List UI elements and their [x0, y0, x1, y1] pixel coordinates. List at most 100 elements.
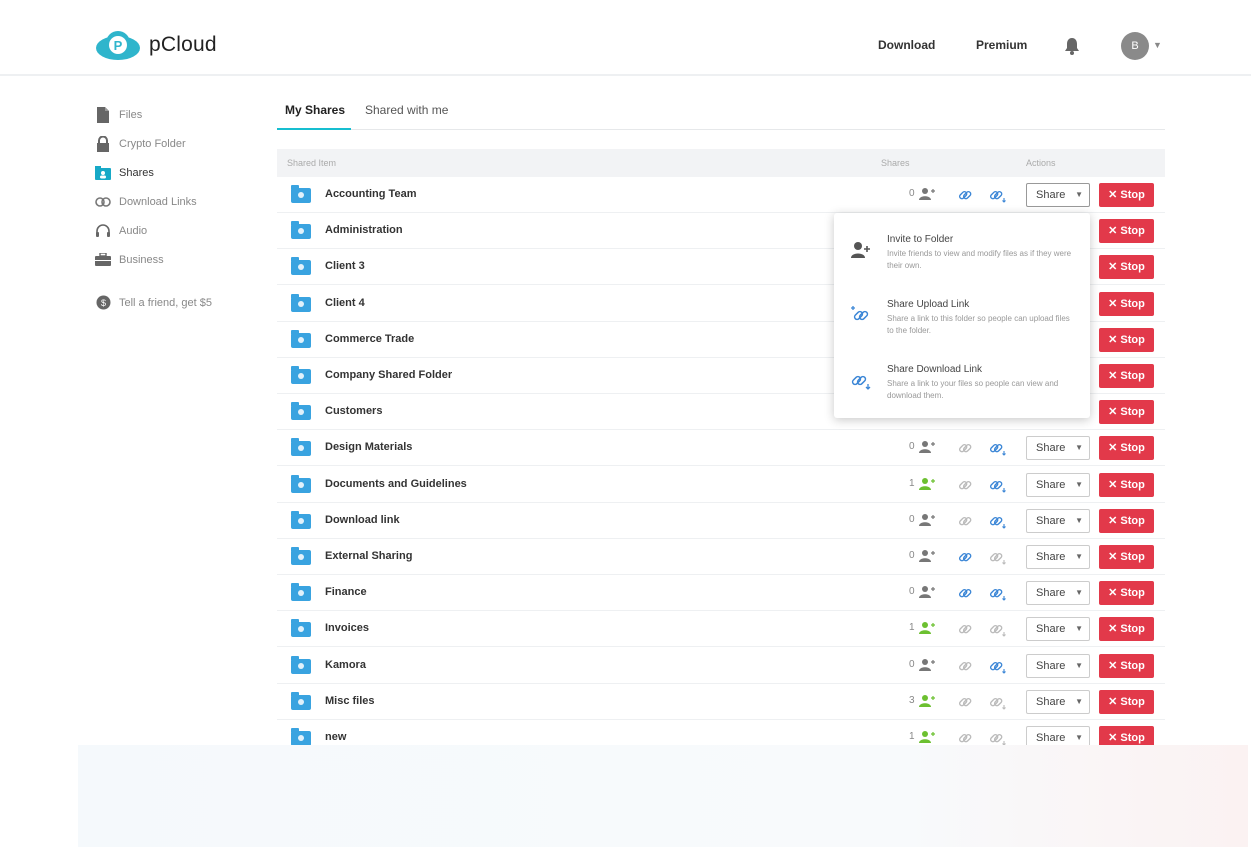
share-dropdown-button[interactable]: Share ▼ [1026, 183, 1090, 207]
tab-shared-with-me[interactable]: Shared with me [365, 103, 448, 117]
shared-user-icon[interactable] [919, 440, 935, 454]
stop-sharing-button[interactable]: ✕ Stop [1099, 472, 1154, 497]
download-link[interactable]: Download [878, 38, 935, 52]
table-row[interactable]: Finance 0 Share ▼ ✕ Stop [277, 575, 1165, 612]
download-link-icon[interactable] [989, 439, 1007, 457]
table-row[interactable]: Documents and Guidelines 1 Share ▼ ✕ Stop [277, 467, 1165, 503]
download-link-icon [851, 375, 871, 390]
folder-name[interactable]: Client 3 [325, 260, 365, 272]
table-row[interactable]: Design Materials 0 Share ▼ ✕ Stop [277, 430, 1165, 467]
bell-icon[interactable] [1064, 37, 1080, 55]
upload-link-icon[interactable] [956, 657, 974, 675]
download-link-icon[interactable] [989, 186, 1007, 204]
sidebar-item-download-links[interactable]: Download Links [95, 187, 245, 216]
download-link-icon[interactable] [989, 512, 1007, 530]
folder-name[interactable]: Finance [325, 586, 367, 598]
upload-link-icon[interactable] [956, 693, 974, 711]
share-dropdown-button[interactable]: Share ▼ [1026, 581, 1090, 606]
download-link-icon[interactable] [989, 584, 1007, 602]
folder-name[interactable]: Company Shared Folder [325, 369, 452, 381]
table-row[interactable]: Invoices 1 Share ▼ ✕ Stop [277, 611, 1165, 648]
shared-user-icon[interactable] [919, 477, 935, 491]
column-header-shared-item[interactable]: Shared Item [287, 158, 336, 168]
stop-sharing-button[interactable]: ✕ Stop [1099, 653, 1154, 678]
shared-user-icon[interactable] [919, 513, 935, 527]
table-row[interactable]: Kamora 0 Share ▼ ✕ Stop [277, 648, 1165, 684]
download-link-icon[interactable] [989, 476, 1007, 494]
download-link-icon[interactable] [989, 620, 1007, 638]
shared-user-icon[interactable] [919, 694, 935, 708]
premium-link[interactable]: Premium [976, 38, 1027, 52]
folder-name[interactable]: Download link [325, 514, 400, 526]
table-row[interactable]: External Sharing 0 Share ▼ ✕ Stop [277, 539, 1165, 575]
folder-name[interactable]: Documents and Guidelines [325, 478, 467, 490]
menu-item-share-download-link[interactable]: Share Download Link Share a link to your… [834, 347, 1090, 409]
stop-sharing-button[interactable]: ✕ Stop [1099, 291, 1154, 316]
menu-item-share-upload-link[interactable]: Share Upload Link Share a link to this f… [834, 282, 1090, 344]
folder-name[interactable]: Design Materials [325, 441, 412, 453]
stop-sharing-button[interactable]: ✕ Stop [1099, 183, 1154, 207]
shared-user-icon[interactable] [919, 730, 935, 744]
download-link-icon[interactable] [989, 693, 1007, 711]
upload-link-icon[interactable] [956, 548, 974, 566]
upload-link-icon[interactable] [956, 186, 974, 204]
stop-sharing-button[interactable]: ✕ Stop [1099, 255, 1154, 280]
column-header-shares[interactable]: Shares [881, 158, 910, 168]
sidebar-item-files[interactable]: Files [95, 100, 245, 129]
menu-item-invite-to-folder[interactable]: Invite to Folder Invite friends to view … [834, 217, 1090, 279]
folder-name[interactable]: new [325, 731, 346, 743]
download-link-icon[interactable] [989, 548, 1007, 566]
sidebar-item-shares[interactable]: Shares [95, 158, 245, 187]
table-row[interactable]: Download link 0 Share ▼ ✕ Stop [277, 503, 1165, 539]
share-button-label: Share [1036, 623, 1066, 636]
stop-sharing-button[interactable]: ✕ Stop [1099, 364, 1154, 388]
stop-sharing-button[interactable]: ✕ Stop [1099, 689, 1154, 714]
table-row[interactable]: Misc files 3 Share ▼ ✕ Stop [277, 684, 1165, 720]
sidebar-item-audio[interactable]: Audio [95, 216, 245, 245]
folder-name[interactable]: Customers [325, 405, 382, 417]
table-row[interactable]: Accounting Team 0 Share ▼ ✕ Stop [277, 177, 1165, 213]
share-dropdown-button[interactable]: Share ▼ [1026, 689, 1090, 714]
shared-user-icon[interactable] [919, 585, 935, 599]
folder-name[interactable]: Misc files [325, 695, 375, 707]
stop-sharing-button[interactable]: ✕ Stop [1099, 617, 1154, 642]
share-dropdown-button[interactable]: Share ▼ [1026, 617, 1090, 642]
shared-folder-icon [291, 655, 311, 674]
shared-user-icon[interactable] [919, 187, 935, 201]
share-dropdown-button[interactable]: Share ▼ [1026, 472, 1090, 497]
chevron-down-icon[interactable]: ▼ [1153, 40, 1162, 50]
stop-sharing-button[interactable]: ✕ Stop [1099, 508, 1154, 533]
sidebar-item-business[interactable]: Business [95, 245, 245, 274]
stop-sharing-button[interactable]: ✕ Stop [1099, 436, 1154, 461]
folder-name[interactable]: Invoices [325, 622, 369, 634]
sidebar-item-crypto-folder[interactable]: Crypto Folder [95, 129, 245, 158]
shared-user-icon[interactable] [919, 549, 935, 563]
share-dropdown-button[interactable]: Share ▼ [1026, 653, 1090, 678]
stop-sharing-button[interactable]: ✕ Stop [1099, 581, 1154, 606]
stop-sharing-button[interactable]: ✕ Stop [1099, 327, 1154, 352]
folder-name[interactable]: Accounting Team [325, 188, 416, 200]
upload-link-icon[interactable] [956, 512, 974, 530]
download-link-icon[interactable] [989, 657, 1007, 675]
stop-sharing-button[interactable]: ✕ Stop [1099, 400, 1154, 425]
upload-link-icon[interactable] [956, 584, 974, 602]
share-dropdown-button[interactable]: Share ▼ [1026, 436, 1090, 461]
upload-link-icon[interactable] [956, 439, 974, 457]
upload-link-icon[interactable] [956, 620, 974, 638]
share-dropdown-button[interactable]: Share ▼ [1026, 508, 1090, 533]
folder-name[interactable]: External Sharing [325, 550, 412, 562]
folder-name[interactable]: Client 4 [325, 297, 365, 309]
stop-sharing-button[interactable]: ✕ Stop [1099, 545, 1154, 569]
avatar[interactable]: B [1121, 32, 1149, 60]
stop-sharing-button[interactable]: ✕ Stop [1099, 219, 1154, 244]
tab-my-shares[interactable]: My Shares [285, 103, 345, 117]
folder-name[interactable]: Commerce Trade [325, 333, 414, 345]
sidebar-item-tell-a-friend[interactable]: $ Tell a friend, get $5 [95, 288, 245, 317]
pcloud-logo[interactable]: P pCloud [95, 29, 217, 61]
share-dropdown-button[interactable]: Share ▼ [1026, 545, 1090, 569]
shared-user-icon[interactable] [919, 658, 935, 672]
shared-user-icon[interactable] [919, 621, 935, 635]
upload-link-icon[interactable] [956, 476, 974, 494]
folder-name[interactable]: Administration [325, 224, 403, 236]
folder-name[interactable]: Kamora [325, 659, 366, 671]
